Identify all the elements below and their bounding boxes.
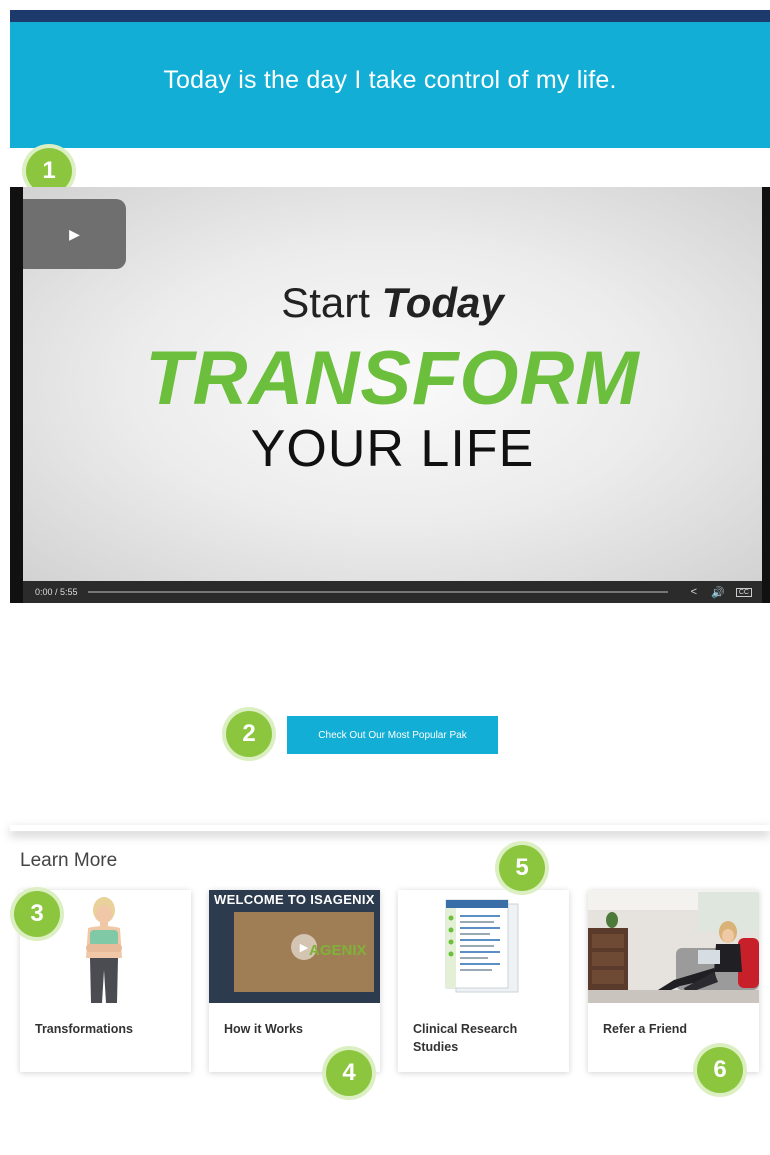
video-headline-transform: TRANSFORM: [145, 336, 640, 421]
captions-icon[interactable]: CC: [735, 587, 752, 597]
hero-title: Today is the day I take control of my li…: [163, 65, 617, 94]
video-headline-start: Start Today: [281, 279, 504, 326]
video-headline-today: Today: [381, 279, 504, 326]
step-badge-4: 4: [326, 1050, 372, 1096]
play-icon: ▶: [69, 225, 80, 242]
video-player[interactable]: ▶ Start Today TRANSFORM YOUR LIFE 0:00 /…: [10, 187, 770, 603]
popular-pak-button[interactable]: Check Out Our Most Popular Pak: [287, 716, 498, 754]
learn-more-heading: Learn More: [20, 850, 118, 871]
content-panel-edge: [10, 825, 770, 831]
step-badge-6: 6: [697, 1047, 743, 1093]
hero-banner: Today is the day I take control of my li…: [10, 22, 770, 148]
video-frame[interactable]: ▶ Start Today TRANSFORM YOUR LIFE: [23, 187, 762, 581]
card-label-clinical-research: Clinical Research Studies: [413, 1022, 518, 1054]
card-label-how-it-works: How it Works: [224, 1022, 303, 1036]
card-clinical-research[interactable]: Clinical Research Studies: [398, 890, 569, 1072]
video-controls: 0:00 / 5:55 < 🔊 CC: [23, 581, 762, 603]
card-label-refer-a-friend: Refer a Friend: [603, 1022, 688, 1036]
card-label-transformations: Transformations: [35, 1022, 133, 1036]
clinical-research-image: [398, 890, 569, 1003]
share-icon[interactable]: <: [682, 586, 706, 598]
step-badge-5: 5: [499, 845, 545, 891]
play-button[interactable]: ▶: [23, 199, 126, 269]
how-it-works-image: WELCOME TO ISAGENIX ▶ AGENIX: [209, 890, 380, 1003]
volume-icon[interactable]: 🔊: [706, 586, 730, 599]
video-progress-bar[interactable]: [87, 591, 668, 593]
refer-a-friend-image: [588, 890, 759, 1003]
step-badge-3: 3: [14, 891, 60, 937]
card-how-it-works[interactable]: WELCOME TO ISAGENIX ▶ AGENIX How it Work…: [209, 890, 380, 1072]
video-time: 0:00 / 5:55: [35, 587, 78, 597]
step-badge-2: 2: [226, 711, 272, 757]
video-headline-your-life: YOUR LIFE: [250, 420, 535, 478]
welcome-banner: WELCOME TO ISAGENIX: [214, 892, 375, 907]
card-refer-a-friend[interactable]: Refer a Friend: [588, 890, 759, 1072]
top-bar: [10, 10, 770, 22]
box-brand-text: AGENIX: [309, 942, 367, 959]
